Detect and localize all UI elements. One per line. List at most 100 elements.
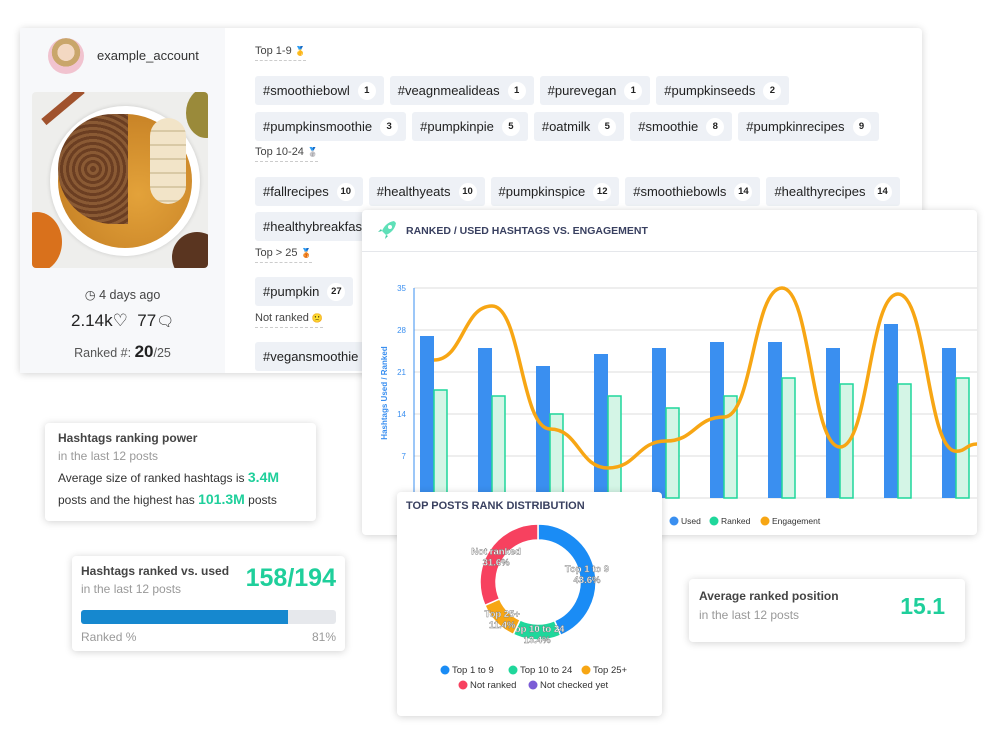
rocket-icon [378, 221, 396, 239]
hashtag-row: #pumpkinsmoothie 3 #pumpkinpie 5 #oatmilk 5 #s… [255, 112, 879, 141]
ranking-power-card: Hashtags ranking power in the last 12 po… [45, 423, 316, 521]
rank-badge: 27 [327, 282, 346, 301]
slice-label: 43.6% [574, 575, 601, 586]
hashtag-chip[interactable]: #veagnmealideas 1 [389, 76, 534, 105]
hashtag-chip[interactable]: #smoothiebowl 1 [255, 76, 384, 105]
used-bar [478, 348, 492, 498]
used-bar [652, 348, 666, 498]
rank-badge: 10 [458, 182, 477, 201]
ranked-bar [491, 395, 506, 499]
hashtag-chip[interactable]: #oatmilk 5 [533, 112, 625, 141]
group-label: Top 1-9 🥇 [255, 45, 306, 61]
average-position-card: Average ranked position in the last 12 p… [689, 579, 965, 642]
ranked-vs-used-card: Hashtags ranked vs. used in the last 12 … [72, 556, 345, 651]
ranking-power-subtitle: in the last 12 posts [58, 449, 159, 463]
rank-badge: 3 [380, 117, 399, 136]
y-tick-label: 21 [397, 368, 406, 377]
ranked-progress-bar [81, 610, 336, 624]
progress-label: Ranked % [81, 630, 137, 644]
donut-chart: Top 1 to 943.6%Top 10 to 2413.4%Top 25+1… [440, 523, 628, 691]
slice-label: 31.6% [483, 558, 510, 569]
ranked-vs-used-value: 158/194 [245, 564, 336, 592]
hashtag-chip[interactable]: #pumpkin 27 [255, 277, 354, 306]
legend-dot [709, 516, 719, 526]
rank-badge: 5 [598, 117, 617, 136]
rank-badge: 8 [706, 117, 725, 136]
legend-label: Not ranked [470, 680, 516, 691]
slice-label: Top 1 to 9 [565, 564, 609, 575]
hashtag-row: #smoothiebowl 1 #veagnmealideas 1 #purevegan… [255, 76, 790, 105]
used-bar [942, 348, 956, 498]
chart-title: RANKED / USED HASHTAGS VS. ENGAGEMENT [362, 210, 977, 252]
y-tick-label: 35 [397, 284, 406, 293]
y-axis-label: Hashtags Used / Ranked [380, 346, 389, 439]
slice-label: Not ranked [471, 547, 521, 558]
hashtag-chip[interactable]: #healthyrecipes 14 [766, 177, 900, 206]
comment-icon: 🗨 [156, 313, 174, 329]
rank-badge: 1 [357, 81, 376, 100]
legend-dot [528, 680, 538, 690]
legend-dot [458, 680, 468, 690]
legend-label: Ranked [721, 516, 751, 526]
hashtag-chip[interactable]: #fallrecipes 10 [255, 177, 363, 206]
rank-badge: 14 [873, 182, 892, 201]
ranked-bar [607, 395, 622, 499]
clock-icon: ◷ [84, 288, 100, 302]
post-summary: example_account ◷ 4 days ago 2.14k♡ 77🗨 … [20, 28, 225, 373]
hashtag-chip[interactable]: #purevegan 1 [539, 76, 651, 105]
rank-badge: 14 [734, 182, 753, 201]
hashtag-chip[interactable]: #smoothie 8 [630, 112, 733, 141]
y-tick-label: 7 [402, 452, 407, 461]
hashtag-chip[interactable]: #pumpkinrecipes 9 [738, 112, 879, 141]
slice-label: 13.4% [524, 635, 551, 646]
avatar[interactable] [48, 38, 84, 74]
ranked-bar [781, 377, 796, 499]
gold-medal-icon: 🥇 [294, 46, 306, 56]
group-label: Not ranked 🙁 [255, 312, 324, 328]
hashtag-row: #pumpkin 27 [255, 277, 354, 306]
rank-badge: 12 [593, 182, 612, 201]
y-tick-label: 14 [397, 410, 406, 419]
rank-distribution-card: TOP POSTS RANK DISTRIBUTION Top 1 to 9 43… [397, 492, 662, 716]
group-label: Top > 25 🥉 [255, 247, 312, 263]
engagement-chart-card: RANKED / USED HASHTAGS VS. ENGAGEMENT 7 1… [362, 210, 977, 535]
legend-dot [669, 516, 679, 526]
hashtag-chip[interactable]: #pumpkinpie 5 [412, 112, 528, 141]
ranking-power-text: Average size of ranked hashtags is 3.4M p… [58, 469, 280, 507]
ranked-bar [549, 413, 564, 499]
used-bar [594, 354, 608, 498]
hashtag-chip[interactable]: #pumpkinspice 12 [490, 177, 620, 206]
post-stats: 2.14k♡ 77🗨 [71, 311, 174, 330]
post-image[interactable] [32, 92, 208, 268]
legend-dot [440, 665, 450, 675]
hashtag-chip[interactable]: #pumpkinseeds 2 [656, 76, 790, 105]
rank-badge: 5 [501, 117, 520, 136]
legend-label: Top 1 to 9 [452, 665, 494, 676]
legend-label: Engagement [772, 516, 821, 526]
post-time: ◷ 4 days ago [84, 288, 161, 302]
ranked-bar [665, 407, 680, 499]
bronze-medal-icon: 🥉 [300, 248, 312, 258]
hashtag-chip[interactable]: #healthyeats 10 [368, 177, 485, 206]
rank-badge: 1 [507, 81, 526, 100]
slice-label: 11.4% [489, 620, 516, 631]
ranking-power-title: Hashtags ranking power [58, 431, 198, 445]
group-label: Top 10-24 🥈 [255, 146, 319, 162]
legend-dot [508, 665, 518, 675]
progress-percent: 81% [311, 630, 336, 644]
legend-dot [581, 665, 591, 675]
used-bar [420, 336, 434, 498]
hashtag-chip[interactable]: #smoothiebowls 14 [625, 177, 761, 206]
used-bar [884, 324, 898, 498]
username[interactable]: example_account [97, 48, 199, 63]
used-bar [768, 342, 782, 498]
rank-badge: 10 [336, 182, 355, 201]
slice-label: Top 25+ [484, 609, 520, 620]
hashtag-chip[interactable]: #pumpkinsmoothie 3 [255, 112, 407, 141]
ranked-bar [955, 377, 970, 499]
legend-label: Used [681, 516, 701, 526]
legend-label: Top 10 to 24 [520, 665, 572, 676]
y-tick-label: 28 [397, 326, 406, 335]
average-position-value: 15.1 [900, 593, 945, 619]
ranked-position: Ranked #: 20/25 [74, 342, 171, 361]
